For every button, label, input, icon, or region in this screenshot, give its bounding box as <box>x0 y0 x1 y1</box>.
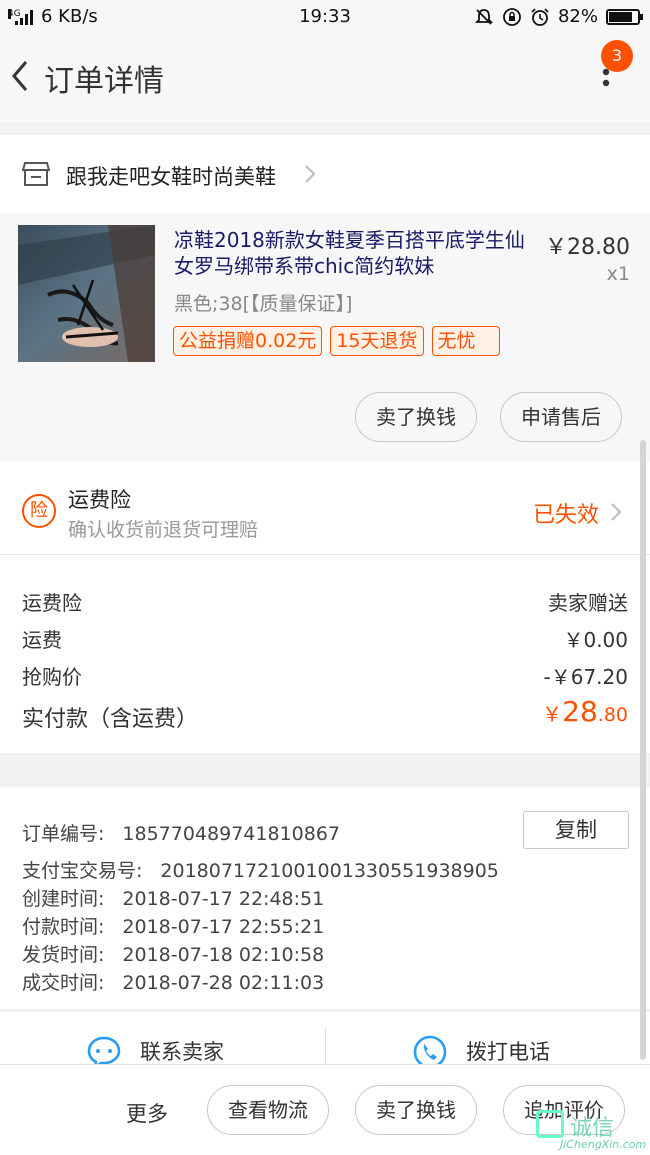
info-value: 2018-07-17 22:55:21 <box>122 916 325 938</box>
shipped-time-line: 发货时间: 2018-07-18 02:10:58 <box>22 940 324 967</box>
info-label: 支付宝交易号: <box>22 860 143 882</box>
sell-for-cash-button[interactable]: 卖了换钱 <box>355 392 477 442</box>
scrollbar[interactable] <box>640 440 646 1060</box>
tag-charity: 公益捐赠0.02元 <box>173 326 323 356</box>
call-phone-button[interactable]: 拨打电话 <box>466 1036 550 1064</box>
watermark-logo-icon <box>536 1110 564 1138</box>
info-label: 付款时间: <box>22 916 105 938</box>
completed-time-line: 成交时间: 2018-07-28 02:11:03 <box>22 968 324 995</box>
fee-row-shipping: 运费 ￥0.00 <box>22 624 628 653</box>
fee-summary: 运费险 卖家赠送 运费 ￥0.00 抢购价 -￥67.20 实付款（含运费） ￥… <box>0 555 650 753</box>
more-button[interactable]: 更多 <box>126 1098 168 1128</box>
rotation-lock-icon <box>503 7 521 26</box>
currency-symbol: ￥ <box>542 702 563 726</box>
fee-value: ￥0.00 <box>563 628 628 652</box>
tag-worry-free: 无忧 <box>431 326 500 356</box>
copy-button[interactable]: 复制 <box>523 811 629 849</box>
product-sku: 黑色;38[【质量保证】] <box>174 293 353 315</box>
paid-time-line: 付款时间: 2018-07-17 22:55:21 <box>22 912 324 939</box>
chevron-right-icon <box>611 503 622 521</box>
fee-row-insurance: 运费险 卖家赠送 <box>22 587 628 616</box>
total-row: 实付款（含运费） ￥28.80 <box>22 695 628 733</box>
order-number-line: 订单编号: 185770489741810867 <box>22 819 340 846</box>
insurance-title: 运费险 <box>68 488 131 512</box>
phone-icon <box>413 1035 447 1064</box>
battery-icon <box>606 8 643 25</box>
battery-percent: 82% <box>557 6 598 27</box>
info-label: 发货时间: <box>22 944 105 966</box>
service-tags: 公益捐赠0.02元 15天退货 无忧 <box>173 326 500 356</box>
after-sale-button[interactable]: 申请售后 <box>500 392 622 442</box>
contact-row: 联系卖家 拨打电话 <box>0 1012 650 1064</box>
total-integer: 28 <box>562 695 598 728</box>
chat-icon <box>87 1036 121 1064</box>
fee-label: 抢购价 <box>22 665 82 689</box>
divider <box>325 1028 326 1064</box>
mute-icon <box>474 8 494 25</box>
shipping-insurance-row[interactable]: 险 运费险 确认收货前退货可理赔 已失效 <box>0 461 650 555</box>
alipay-trade-line: 支付宝交易号: 2018071721001001330551938905 <box>22 856 499 883</box>
insurance-status: 已失效 <box>533 503 600 528</box>
status-bar: 4G 6 KB/s 19:33 82% <box>0 0 650 36</box>
info-value: 2018071721001001330551938905 <box>160 860 499 882</box>
back-arrow-icon[interactable] <box>4 54 40 98</box>
product-quantity: x1 <box>606 263 630 285</box>
product-price: ￥28.80 <box>545 235 630 260</box>
shop-row[interactable]: 跟我走吧女鞋时尚美鞋 <box>0 135 650 213</box>
nav-bar: 订单详情 3 <box>0 36 650 122</box>
shop-name: 跟我走吧女鞋时尚美鞋 <box>66 165 276 189</box>
fee-value: -￥67.20 <box>543 665 628 689</box>
total-decimal: .80 <box>597 704 628 726</box>
tag-return: 15天退货 <box>330 326 424 356</box>
shop-icon <box>22 162 50 186</box>
sell-for-cash-button[interactable]: 卖了换钱 <box>355 1085 477 1135</box>
info-label: 订单编号: <box>22 823 105 845</box>
page-title: 订单详情 <box>44 64 164 99</box>
fee-label: 运费险 <box>22 591 82 615</box>
order-item[interactable]: 凉鞋2018新款女鞋夏季百搭平底学生仙女罗马绑带系带chic简约软妹 ￥28.8… <box>0 213 650 461</box>
fee-value: 卖家赠送 <box>548 591 628 615</box>
info-label: 成交时间: <box>22 972 105 994</box>
notification-badge: 3 <box>601 40 633 72</box>
total-label: 实付款（含运费） <box>22 707 199 732</box>
contact-seller-button[interactable]: 联系卖家 <box>140 1036 224 1064</box>
product-title[interactable]: 凉鞋2018新款女鞋夏季百搭平底学生仙女罗马绑带系带chic简约软妹 <box>174 227 534 279</box>
info-value: 2018-07-28 02:11:03 <box>122 972 325 994</box>
insurance-icon: 险 <box>22 494 56 528</box>
created-time-line: 创建时间: 2018-07-17 22:48:51 <box>22 884 324 911</box>
info-value: 2018-07-17 22:48:51 <box>122 888 325 910</box>
fee-label: 运费 <box>22 628 62 652</box>
product-thumbnail[interactable] <box>18 225 155 362</box>
chevron-right-icon <box>305 165 316 183</box>
fee-row-flash-price: 抢购价 -￥67.20 <box>22 661 628 690</box>
total-amount: ￥28.80 <box>542 695 628 728</box>
info-value: 2018-07-18 02:10:58 <box>122 944 325 966</box>
order-info: 订单编号: 185770489741810867 复制 支付宝交易号: 201807… <box>0 787 650 1009</box>
view-logistics-button[interactable]: 查看物流 <box>207 1085 329 1135</box>
watermark: 诚信 JiChengXin.com <box>530 1106 650 1155</box>
watermark-url: JiChengXin.com <box>560 1138 647 1151</box>
info-value: 185770489741810867 <box>122 823 340 845</box>
insurance-subtitle: 确认收货前退货可理赔 <box>68 519 259 541</box>
info-label: 创建时间: <box>22 888 105 910</box>
alarm-icon <box>531 7 549 26</box>
